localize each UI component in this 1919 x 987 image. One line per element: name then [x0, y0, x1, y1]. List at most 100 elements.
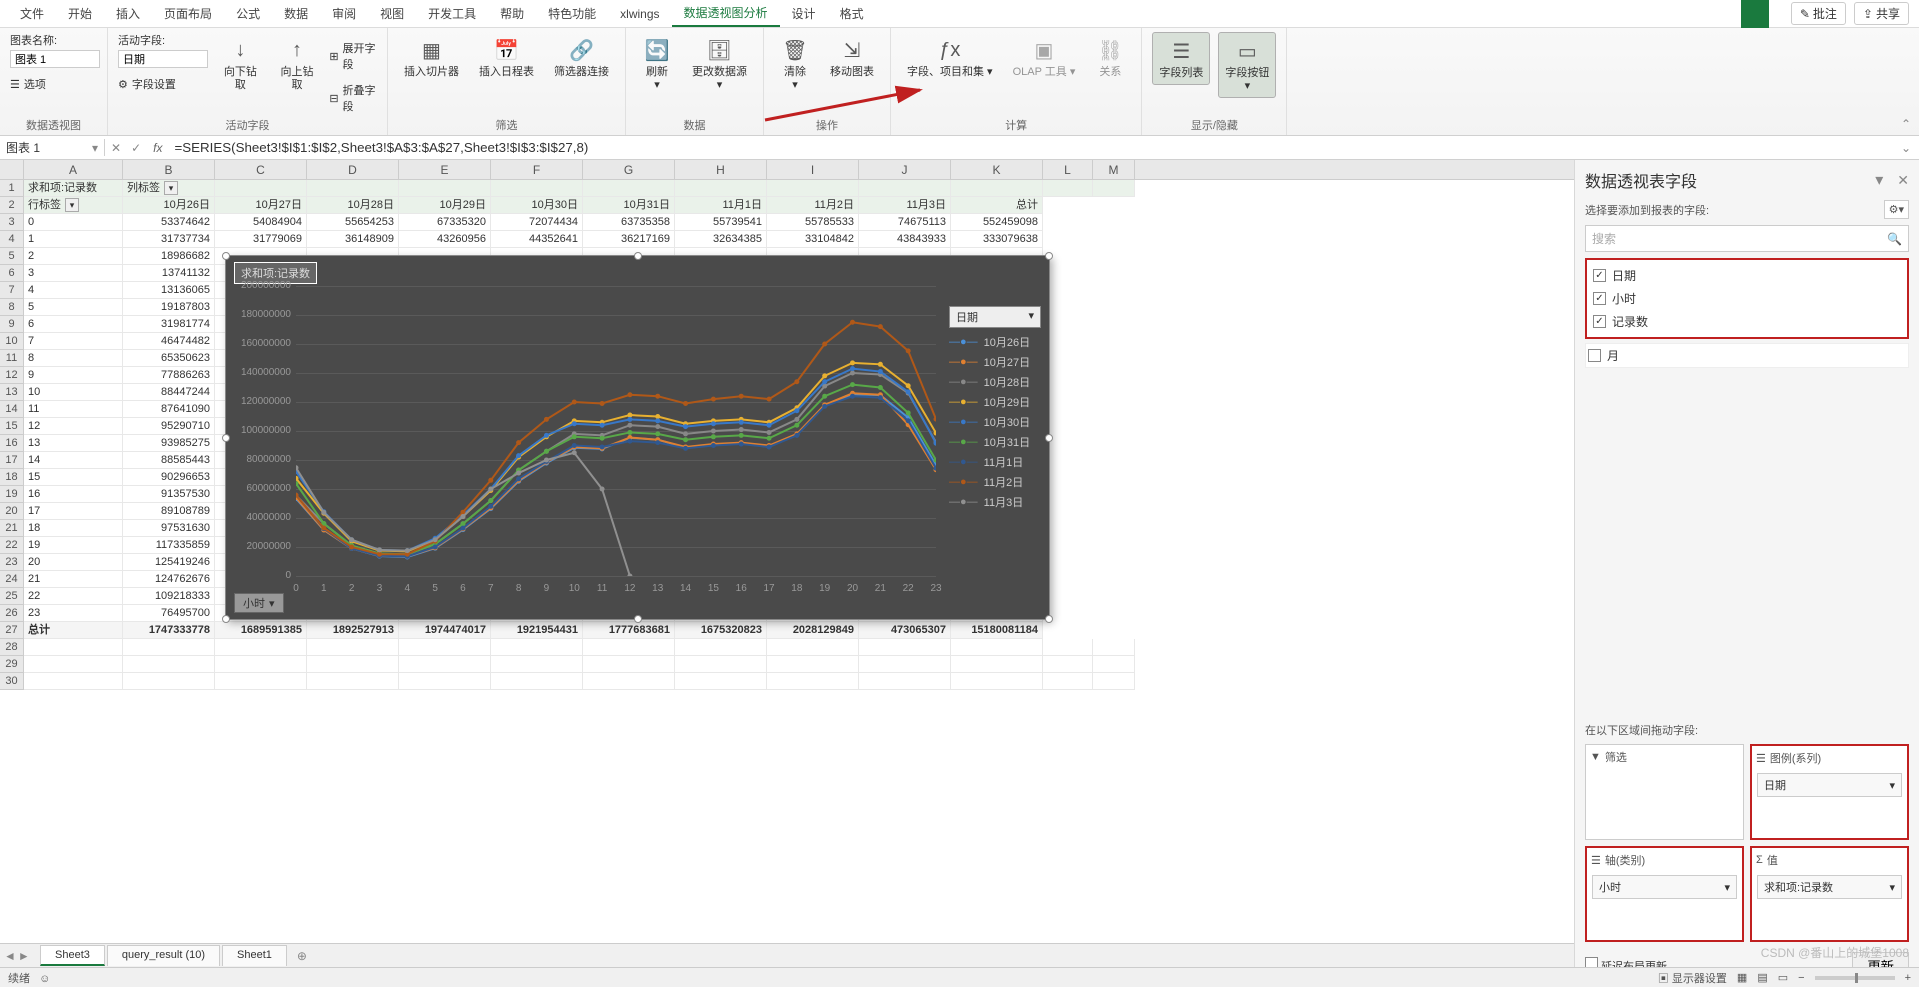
- field-小时[interactable]: ✓小时: [1591, 287, 1903, 310]
- cell[interactable]: 67335320: [399, 214, 491, 231]
- cell[interactable]: [767, 639, 859, 656]
- field-list-button[interactable]: ☰字段列表: [1152, 32, 1210, 85]
- row-label[interactable]: 7: [24, 333, 123, 350]
- cell[interactable]: 63735358: [583, 214, 675, 231]
- cell[interactable]: 90296653: [123, 469, 215, 486]
- row-label[interactable]: 4: [24, 282, 123, 299]
- cell[interactable]: [767, 180, 859, 197]
- resize-handle[interactable]: [1045, 615, 1053, 623]
- row-header-27[interactable]: 27: [0, 622, 23, 639]
- cell[interactable]: 77886263: [123, 367, 215, 384]
- cell[interactable]: 55739541: [675, 214, 767, 231]
- cell[interactable]: [123, 673, 215, 690]
- cell[interactable]: [491, 639, 583, 656]
- date-header[interactable]: 10月29日: [399, 197, 491, 214]
- cell[interactable]: [859, 639, 951, 656]
- total-cell[interactable]: 1892527913: [307, 622, 399, 639]
- menu-tab-9[interactable]: 帮助: [488, 1, 536, 26]
- tab-nav-prev[interactable]: ◄: [4, 949, 16, 963]
- cell[interactable]: [307, 656, 399, 673]
- col-header-F[interactable]: F: [491, 160, 583, 179]
- drill-up-button[interactable]: ↑向上钻取: [273, 32, 322, 96]
- menu-tab-6[interactable]: 审阅: [320, 1, 368, 26]
- row-label[interactable]: 22: [24, 588, 123, 605]
- cell[interactable]: 55654253: [307, 214, 399, 231]
- row-labels-dropdown[interactable]: 行标签▾: [24, 197, 123, 214]
- col-header-A[interactable]: A: [24, 160, 123, 179]
- cell[interactable]: [675, 639, 767, 656]
- sheet-tab-query_result (10)[interactable]: query_result (10): [107, 945, 220, 966]
- name-box[interactable]: 图表 1▾: [0, 139, 105, 156]
- cell[interactable]: 97531630: [123, 520, 215, 537]
- cell[interactable]: [951, 673, 1043, 690]
- row-label[interactable]: 6: [24, 316, 123, 333]
- resize-handle[interactable]: [1045, 252, 1053, 260]
- chart-name-input[interactable]: [10, 50, 100, 68]
- row-label[interactable]: 19: [24, 537, 123, 554]
- menu-tab-1[interactable]: 开始: [56, 1, 104, 26]
- cancel-icon[interactable]: ✕: [111, 141, 121, 155]
- cell[interactable]: 46474482: [123, 333, 215, 350]
- cell[interactable]: 117335859: [123, 537, 215, 554]
- row-header-26[interactable]: 26: [0, 605, 23, 622]
- legend-item[interactable]: —●—10月27日: [949, 352, 1041, 372]
- zoom-out-icon[interactable]: −: [1798, 972, 1804, 984]
- cell[interactable]: [215, 180, 307, 197]
- resize-handle[interactable]: [634, 252, 642, 260]
- fx-icon[interactable]: fx: [147, 141, 168, 155]
- row-header-23[interactable]: 23: [0, 554, 23, 571]
- row-label[interactable]: 13: [24, 435, 123, 452]
- cell[interactable]: [1093, 673, 1135, 690]
- sheet-tab-Sheet3[interactable]: Sheet3: [40, 945, 105, 966]
- display-settings[interactable]: ▣ 显示器设置: [1658, 970, 1727, 986]
- drill-down-button[interactable]: ↓向下钻取: [216, 32, 265, 96]
- cell[interactable]: [767, 673, 859, 690]
- cell[interactable]: [399, 180, 491, 197]
- menu-tab-8[interactable]: 开发工具: [416, 1, 488, 26]
- relationships-button[interactable]: ⛓关系: [1089, 32, 1131, 83]
- olap-tools-button[interactable]: ▣OLAP 工具 ▾: [1007, 32, 1082, 83]
- row-label[interactable]: 10: [24, 384, 123, 401]
- share-button[interactable]: ⇪共享: [1854, 2, 1909, 25]
- cell[interactable]: [123, 656, 215, 673]
- cell[interactable]: 32634385: [675, 231, 767, 248]
- row-header-15[interactable]: 15: [0, 418, 23, 435]
- date-header[interactable]: 11月1日: [675, 197, 767, 214]
- date-header[interactable]: 10月27日: [215, 197, 307, 214]
- col-header-G[interactable]: G: [583, 160, 675, 179]
- cell[interactable]: 43843933: [859, 231, 951, 248]
- cell[interactable]: [767, 656, 859, 673]
- view-break-icon[interactable]: ▭: [1778, 971, 1788, 984]
- axis-area[interactable]: ☰轴(类别)小时▾: [1585, 846, 1744, 942]
- collapse-field-button[interactable]: ⊟折叠字段: [329, 80, 377, 116]
- cell[interactable]: 33104842: [767, 231, 859, 248]
- col-header-B[interactable]: B: [123, 160, 215, 179]
- cell[interactable]: [24, 639, 123, 656]
- cell[interactable]: [24, 673, 123, 690]
- resize-handle[interactable]: [222, 615, 230, 623]
- cell[interactable]: [859, 673, 951, 690]
- close-icon[interactable]: ✕: [1897, 172, 1909, 188]
- row-label[interactable]: 5: [24, 299, 123, 316]
- cell[interactable]: [675, 673, 767, 690]
- pivot-chart[interactable]: 求和项:记录数 小时▾ 日期▾ —●—10月26日—●—10月27日—●—10月…: [225, 255, 1050, 620]
- zoom-slider[interactable]: [1815, 976, 1895, 980]
- cell[interactable]: 36148909: [307, 231, 399, 248]
- cell[interactable]: [1093, 639, 1135, 656]
- row-header-22[interactable]: 22: [0, 537, 23, 554]
- resize-handle[interactable]: [222, 252, 230, 260]
- zoom-in-icon[interactable]: +: [1905, 972, 1911, 984]
- cell[interactable]: [583, 656, 675, 673]
- row-label[interactable]: 2: [24, 248, 123, 265]
- cell[interactable]: [307, 673, 399, 690]
- row-header-14[interactable]: 14: [0, 401, 23, 418]
- row-label[interactable]: 1: [24, 231, 123, 248]
- row-label[interactable]: 0: [24, 214, 123, 231]
- cell[interactable]: 552459098: [951, 214, 1043, 231]
- cell[interactable]: [1043, 639, 1093, 656]
- row-header-5[interactable]: 5: [0, 248, 23, 265]
- legend-item[interactable]: —●—10月28日: [949, 372, 1041, 392]
- total-cell[interactable]: 1689591385: [215, 622, 307, 639]
- add-sheet-button[interactable]: ⊕: [289, 946, 315, 966]
- menu-tab-7[interactable]: 视图: [368, 1, 416, 26]
